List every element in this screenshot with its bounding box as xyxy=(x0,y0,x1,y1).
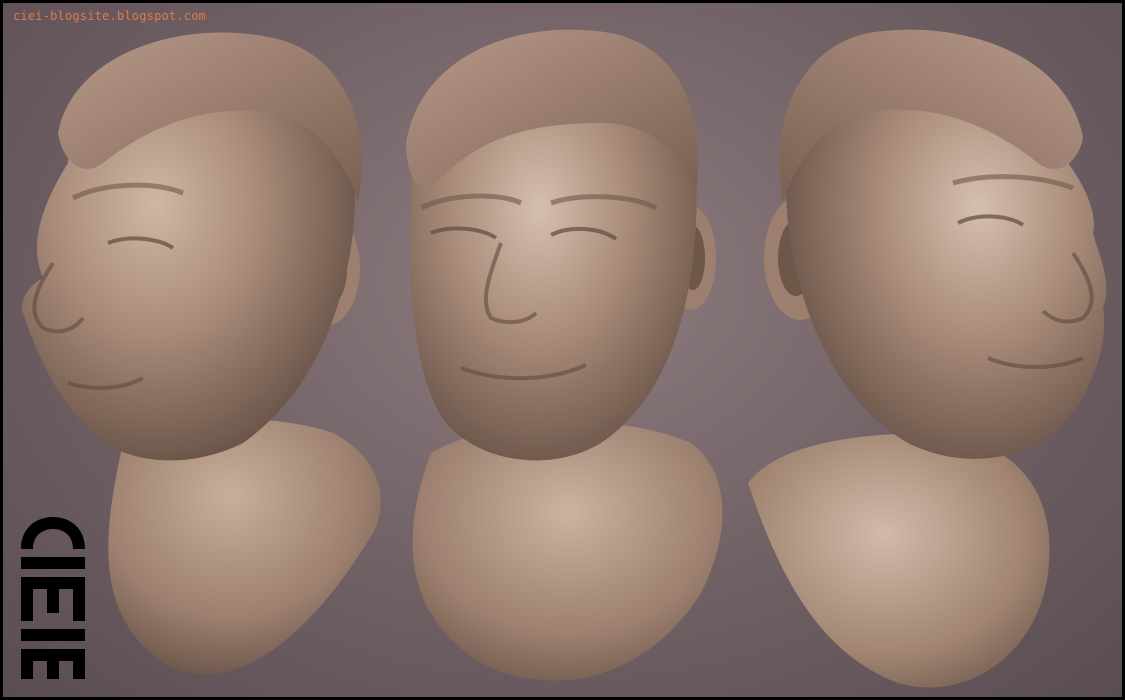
ciei-logo-icon xyxy=(21,517,85,679)
sculpt-head-right-icon xyxy=(748,29,1107,688)
ciei-logo xyxy=(17,515,89,681)
bust-right-three-quarter xyxy=(738,13,1118,693)
render-canvas: ciei-blogsite.blogspot.com xyxy=(0,0,1125,700)
bust-front-three-quarter xyxy=(391,13,736,693)
sculpt-head-front-icon xyxy=(406,29,723,681)
